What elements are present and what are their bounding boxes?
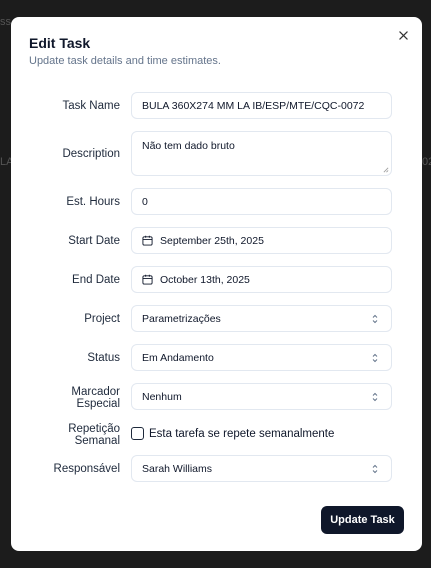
status-value: Em Andamento: [142, 351, 214, 364]
chevron-up-down-icon: [372, 353, 378, 363]
est-hours-input[interactable]: 0: [131, 188, 392, 215]
repeat-label-line1: Repetição: [68, 423, 120, 435]
calendar-icon: [142, 274, 153, 285]
assignee-value: Sarah Williams: [142, 462, 213, 475]
update-task-button[interactable]: Update Task: [321, 506, 404, 534]
description-label: Description: [62, 148, 120, 160]
description-value: Não tem dado bruto: [142, 140, 235, 152]
est-hours-label: Est. Hours: [66, 196, 120, 208]
chevron-up-down-icon: [372, 392, 378, 402]
calendar-icon: [142, 235, 153, 246]
marker-label-line2: Especial: [76, 398, 120, 410]
project-label: Project: [84, 313, 120, 325]
marker-value: Nenhum: [142, 390, 182, 403]
dialog-title: Edit Task: [29, 35, 91, 51]
task-name-value: BULA 360X274 MM LA IB/ESP/MTE/CQC-0072: [142, 99, 365, 112]
repeat-checkbox-label[interactable]: Esta tarefa se repete semanalmente: [149, 428, 334, 440]
chevron-up-down-icon: [372, 314, 378, 324]
assignee-select[interactable]: Sarah Williams: [131, 455, 392, 482]
close-button[interactable]: [394, 26, 412, 44]
status-select[interactable]: Em Andamento: [131, 344, 392, 371]
start-date-value: September 25th, 2025: [160, 234, 264, 247]
repeat-label: Repetição Semanal: [68, 423, 120, 447]
est-hours-value: 0: [142, 195, 148, 208]
end-date-picker[interactable]: October 13th, 2025: [131, 266, 392, 293]
marker-label-line1: Marcador: [71, 386, 120, 398]
chevron-up-down-icon: [372, 464, 378, 474]
repeat-label-line2: Semanal: [74, 435, 120, 447]
resize-handle-icon[interactable]: [383, 167, 389, 173]
assignee-label: Responsável: [53, 463, 120, 475]
task-name-input[interactable]: BULA 360X274 MM LA IB/ESP/MTE/CQC-0072: [131, 92, 392, 119]
dialog-subtitle: Update task details and time estimates.: [29, 55, 221, 67]
project-select[interactable]: Parametrizações: [131, 305, 392, 332]
status-label: Status: [87, 352, 120, 364]
edit-task-dialog: Edit Task Update task details and time e…: [11, 17, 422, 551]
end-date-label: End Date: [72, 274, 120, 286]
background-text-fragment: ss: [0, 16, 11, 28]
marker-select[interactable]: Nenhum: [131, 383, 392, 410]
marker-label: Marcador Especial: [71, 386, 120, 410]
start-date-label: Start Date: [68, 235, 120, 247]
task-name-label: Task Name: [62, 100, 120, 112]
repeat-option[interactable]: Esta tarefa se repete semanalmente: [131, 427, 334, 440]
background-text-fragment: 02: [422, 156, 431, 168]
close-icon: [398, 30, 408, 40]
description-textarea[interactable]: Não tem dado bruto: [131, 131, 392, 176]
project-value: Parametrizações: [142, 312, 221, 325]
start-date-picker[interactable]: September 25th, 2025: [131, 227, 392, 254]
repeat-checkbox[interactable]: [131, 427, 144, 440]
end-date-value: October 13th, 2025: [160, 273, 250, 286]
